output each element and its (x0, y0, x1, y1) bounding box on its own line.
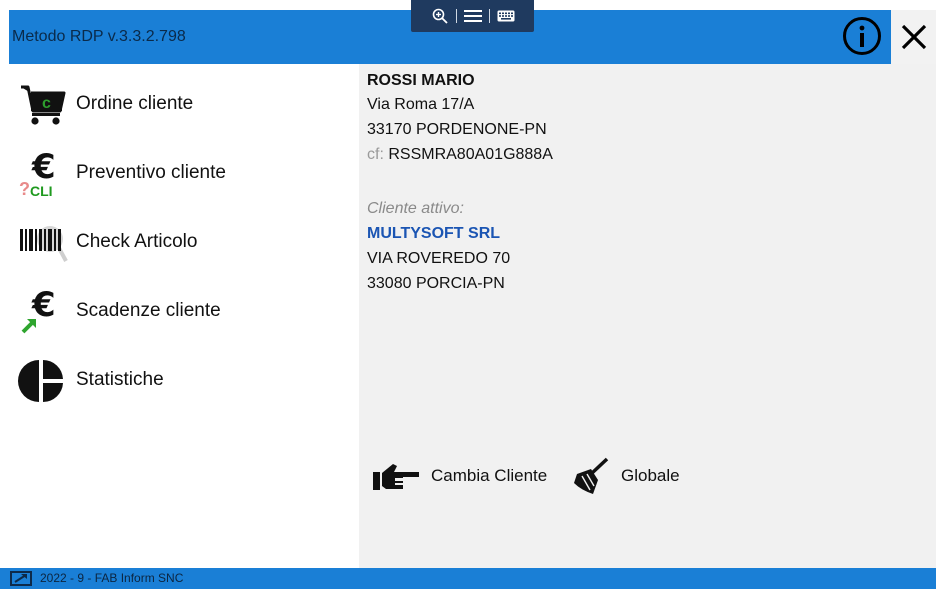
svg-text:€: € (31, 148, 56, 187)
svg-text:?: ? (19, 179, 30, 198)
active-client-address: VIA ROVEREDO 70 (367, 250, 511, 267)
keyboard-button[interactable] (496, 6, 516, 26)
sidebar-item-ordine-cliente[interactable]: c Ordine cliente (9, 76, 349, 132)
status-bar: 2022 - 9 - FAB Inform SNC (0, 568, 936, 589)
app-title: Metodo RDP v.3.3.2.798 (12, 28, 186, 45)
info-icon (843, 17, 881, 55)
svg-text:c: c (42, 95, 51, 112)
active-client-label: Cliente attivo: (367, 200, 464, 217)
remote-desktop-icon (10, 571, 32, 586)
sidebar-item-label: Scadenze cliente (76, 300, 221, 321)
toolbox (411, 0, 534, 32)
sidebar-item-label: Ordine cliente (76, 93, 194, 114)
euro-arrow-icon: € (21, 286, 56, 334)
sidebar-item-check-articolo[interactable]: Check Articolo (9, 214, 349, 270)
user-address: Via Roma 17/A (367, 96, 475, 113)
user-fiscal-code: cf: RSSMRA80A01G888A (367, 146, 553, 164)
sidebar-item-label: Statistiche (76, 369, 164, 390)
top-bar: Metodo RDP v.3.3.2.798 (0, 0, 936, 64)
cf-value: RSSMRA80A01G888A (388, 146, 553, 163)
toolbox-separator (488, 9, 490, 23)
active-client-city: 33080 PORCIA-PN (367, 275, 505, 292)
client-detail-panel: ROSSI MARIO Via Roma 17/A 33170 PORDENON… (359, 64, 936, 568)
toolbox-separator (455, 9, 457, 23)
pie-chart-icon (18, 359, 63, 402)
pointing-hand-icon (373, 464, 419, 490)
change-client-button[interactable]: Cambia Cliente (373, 456, 547, 496)
close-button[interactable] (891, 10, 936, 64)
sidebar-item-label: Check Articolo (76, 231, 198, 252)
active-client-name: MULTYSOFT SRL (367, 225, 501, 242)
info-button[interactable] (842, 16, 882, 56)
barcode-search-icon (20, 226, 68, 262)
euro-quote-icon: € ? CLI (19, 148, 56, 198)
global-button[interactable]: Globale (571, 456, 680, 496)
keyboard-icon (497, 10, 514, 22)
sidebar-menu: c Ordine cliente € ? CLI Preventivo clie… (9, 64, 359, 568)
sidebar-item-preventivo-cliente[interactable]: € ? CLI Preventivo cliente (9, 145, 349, 201)
status-text: 2022 - 9 - FAB Inform SNC (40, 571, 184, 585)
sidebar-item-label: Preventivo cliente (76, 162, 226, 183)
svg-text:CLI: CLI (30, 183, 53, 198)
user-city: 33170 PORDENONE-PN (367, 121, 547, 138)
zoom-in-button[interactable] (430, 6, 450, 26)
shopping-cart-icon: c (21, 85, 66, 125)
sidebar-item-statistiche[interactable]: Statistiche (9, 352, 349, 408)
cf-label: cf: (367, 146, 384, 163)
zoom-in-icon (432, 8, 448, 24)
global-label: Globale (621, 466, 680, 485)
sidebar-item-scadenze-cliente[interactable]: € Scadenze cliente (9, 283, 349, 339)
change-client-label: Cambia Cliente (431, 466, 548, 485)
user-name: ROSSI MARIO (367, 72, 475, 89)
menu-button[interactable] (463, 6, 483, 26)
broom-icon (574, 457, 609, 494)
close-icon (901, 24, 926, 50)
menu-icon (463, 10, 482, 22)
